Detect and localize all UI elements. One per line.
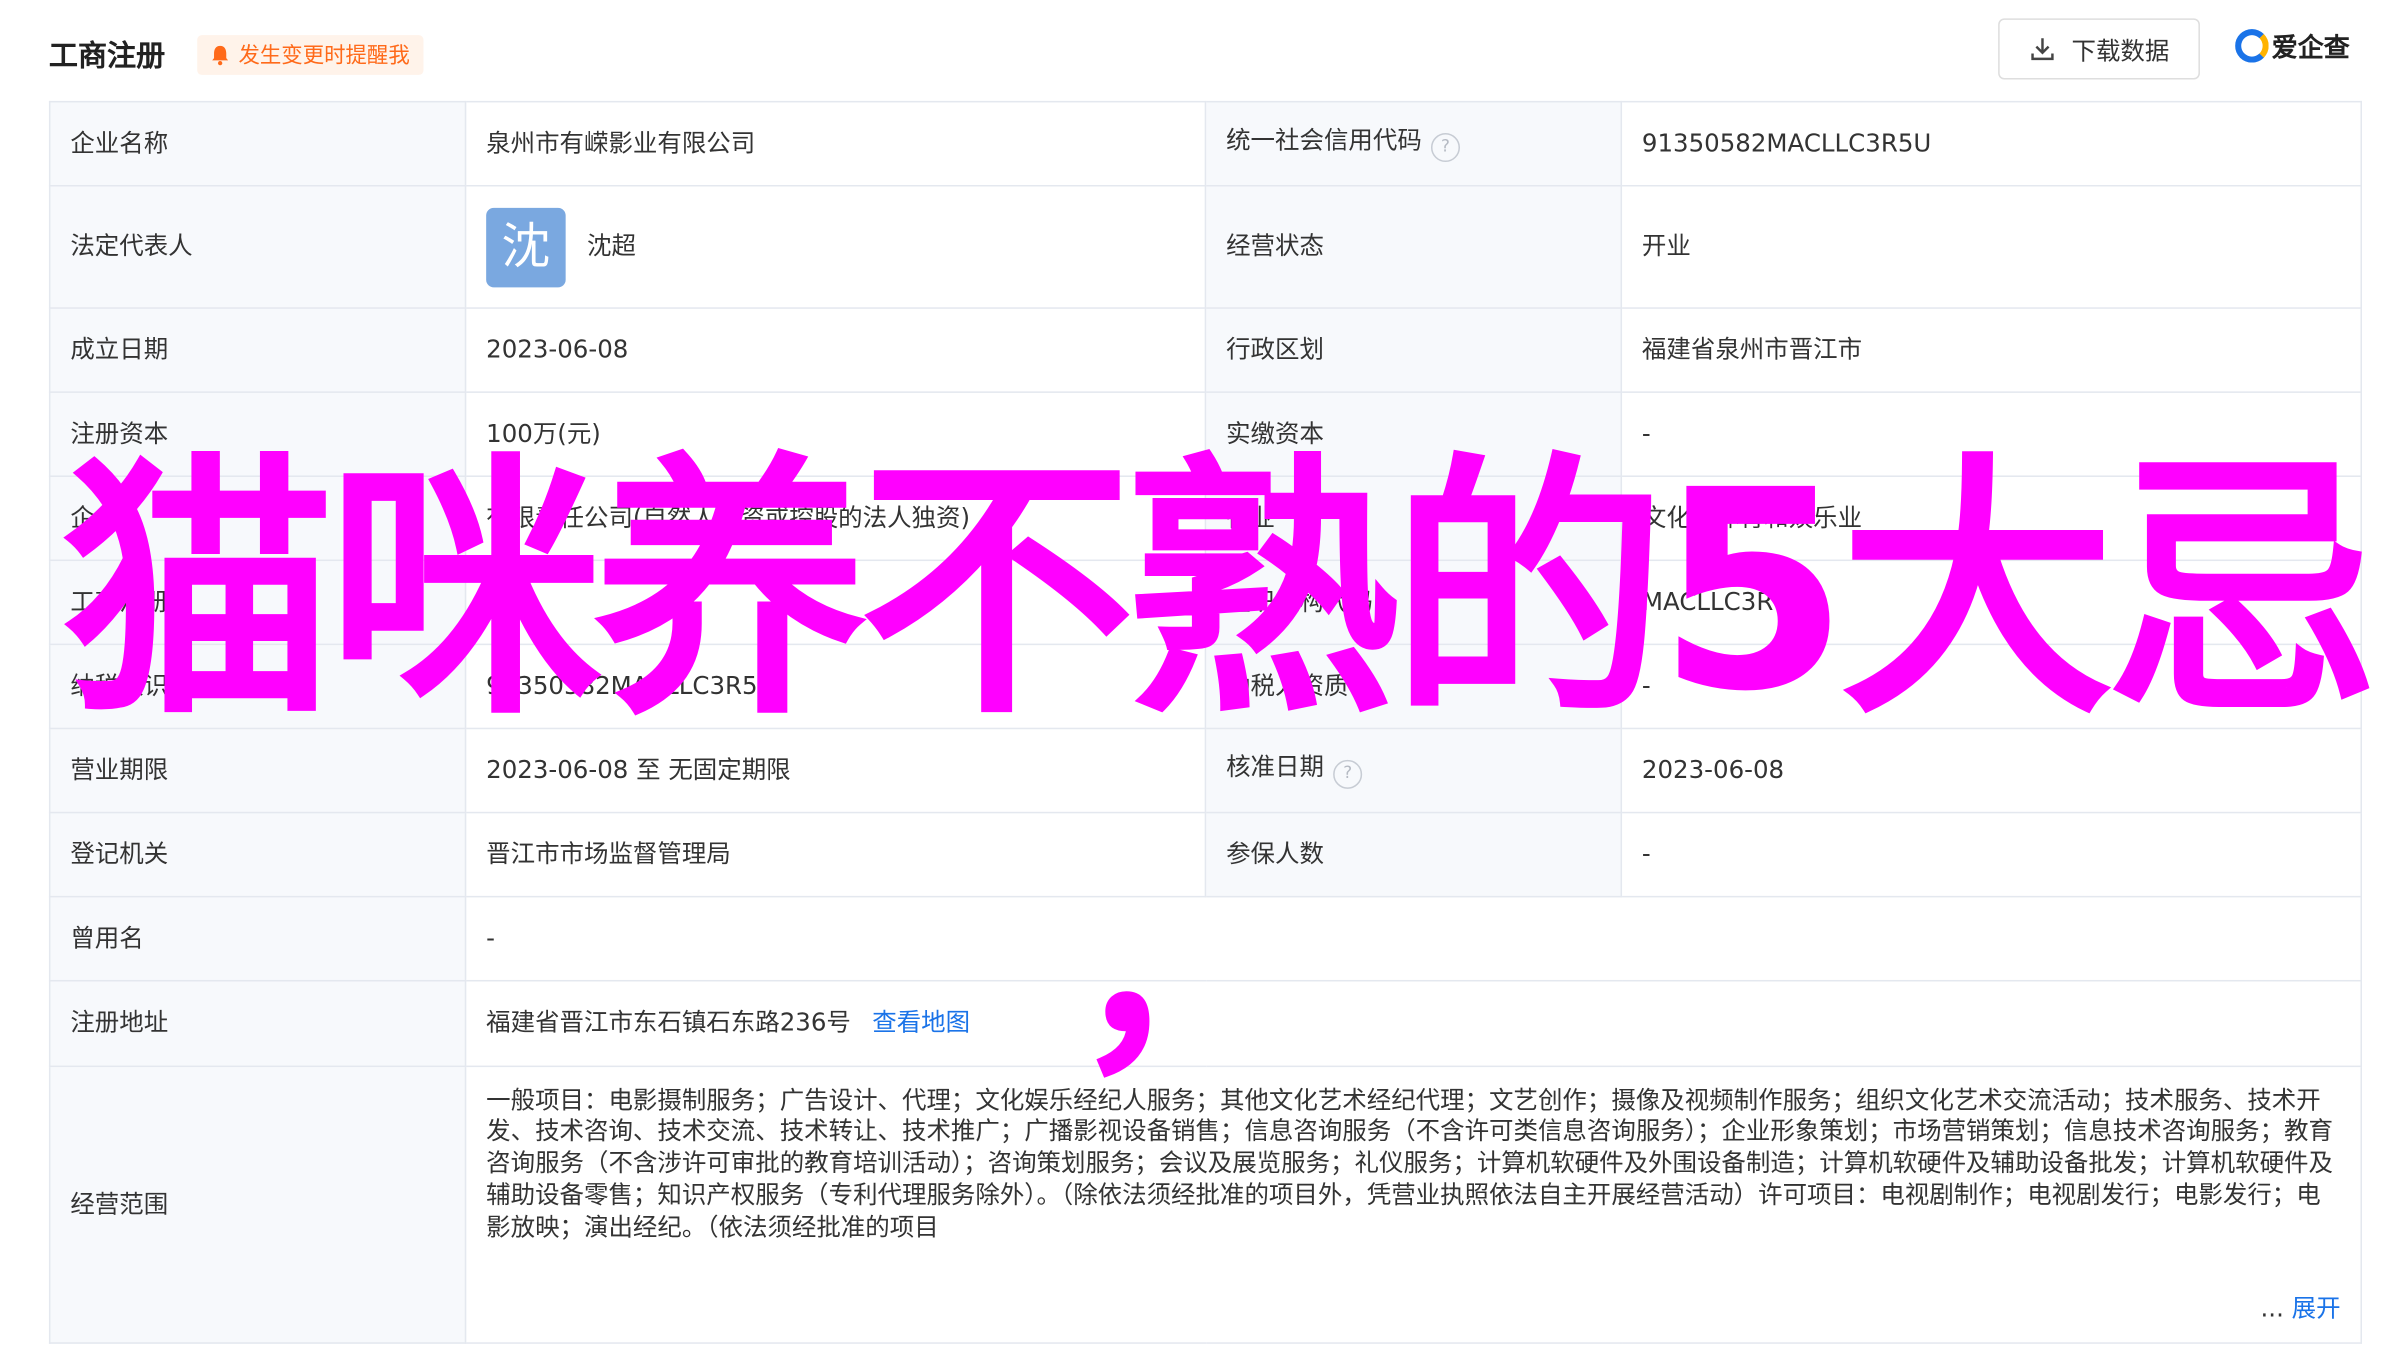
legal-rep-name[interactable]: 沈超 <box>587 231 636 263</box>
download-label: 下载数据 <box>2071 36 2170 66</box>
scope-ellipsis: ... <box>2260 1292 2284 1322</box>
alert-label: 发生变更时提醒我 <box>238 44 410 69</box>
credit-code-value: 91350582MACLLC3R5U <box>1620 100 2362 187</box>
company-name-value: 泉州市有嵘影业有限公司 <box>464 100 1207 187</box>
change-alert-button[interactable]: 发生变更时提醒我 <box>197 35 424 75</box>
business-registration-page: 工商注册 发生变更时提醒我 下载数据 爱企查 企业名称 泉州市有嵘影业有限公司 … <box>0 0 2388 1368</box>
address-value: 福建省晋江市东石镇石东路236号 <box>486 1007 851 1037</box>
table-row: 经营范围 一般项目：电影摄制服务；广告设计、代理；文化娱乐经纪人服务；其他文化艺… <box>48 1065 2362 1344</box>
download-icon <box>2031 38 2054 61</box>
found-date-value: 2023-06-08 <box>464 307 1207 393</box>
brand-name: 爱企查 <box>2271 33 2350 65</box>
brand-logo[interactable]: 爱企查 <box>2235 26 2350 64</box>
found-date-label: 成立日期 <box>48 307 467 393</box>
table-row: 成立日期 2023-06-08 行政区划 福建省泉州市晋江市 <box>48 307 2362 393</box>
credit-code-label-cell: 统一社会信用代码? <box>1204 100 1623 187</box>
header: 工商注册 发生变更时提醒我 下载数据 爱企查 <box>49 0 2357 101</box>
question-circle-icon[interactable]: ? <box>1333 759 1363 789</box>
expand-link[interactable]: 展开 <box>2292 1293 2341 1322</box>
scope-value: 一般项目：电影摄制服务；广告设计、代理；文化娱乐经纪人服务；其他文化艺术经纪代理… <box>486 1084 2333 1241</box>
legal-rep-info[interactable]: 沈 沈超 <box>486 207 1185 287</box>
company-name-label: 企业名称 <box>48 100 467 187</box>
legal-rep-label: 法定代表人 <box>48 184 467 309</box>
status-value: 开业 <box>1620 184 2362 309</box>
bell-icon <box>212 45 229 66</box>
former-name-label: 曾用名 <box>48 895 467 982</box>
region-value: 福建省泉州市晋江市 <box>1620 307 2362 393</box>
question-circle-icon[interactable]: ? <box>1430 132 1461 162</box>
address-label: 注册地址 <box>48 979 467 1068</box>
overlay-comma: ， <box>1070 837 1300 1104</box>
avatar[interactable]: 沈 <box>486 207 566 287</box>
status-label: 经营状态 <box>1204 184 1623 309</box>
scope-text: 一般项目：电影摄制服务；广告设计、代理；文化娱乐经纪人服务；其他文化艺术经纪代理… <box>486 1084 2341 1325</box>
page-title: 工商注册 <box>48 39 166 74</box>
overlay-headline: 猫咪养不熟的5大忌 <box>61 432 2381 753</box>
view-map-link[interactable]: 查看地图 <box>872 1008 970 1037</box>
scope-label: 经营范围 <box>48 1065 467 1344</box>
legal-rep-cell: 沈 沈超 <box>464 184 1207 309</box>
brand-icon <box>2235 28 2269 62</box>
scope-cell: 一般项目：电影摄制服务；广告设计、代理；文化娱乐经纪人服务；其他文化艺术经纪代理… <box>464 1065 2362 1344</box>
table-row: 企业名称 泉州市有嵘影业有限公司 统一社会信用代码? 91350582MACLL… <box>48 100 2362 187</box>
address-cell: 福建省晋江市东石镇石东路236号 查看地图 <box>464 979 2362 1068</box>
insured-value: - <box>1620 811 2362 898</box>
credit-code-label: 统一社会信用代码 <box>1226 125 1422 155</box>
authority-label: 登记机关 <box>48 811 467 898</box>
region-label: 行政区划 <box>1204 307 1623 393</box>
download-data-button[interactable]: 下载数据 <box>1998 18 2200 80</box>
approve-date-label: 核准日期 <box>1226 752 1324 782</box>
former-name-value: - <box>464 895 2362 982</box>
scope-expand[interactable]: ... 展开 <box>2257 1292 2341 1325</box>
table-row: 法定代表人 沈 沈超 经营状态 开业 <box>48 184 2362 309</box>
